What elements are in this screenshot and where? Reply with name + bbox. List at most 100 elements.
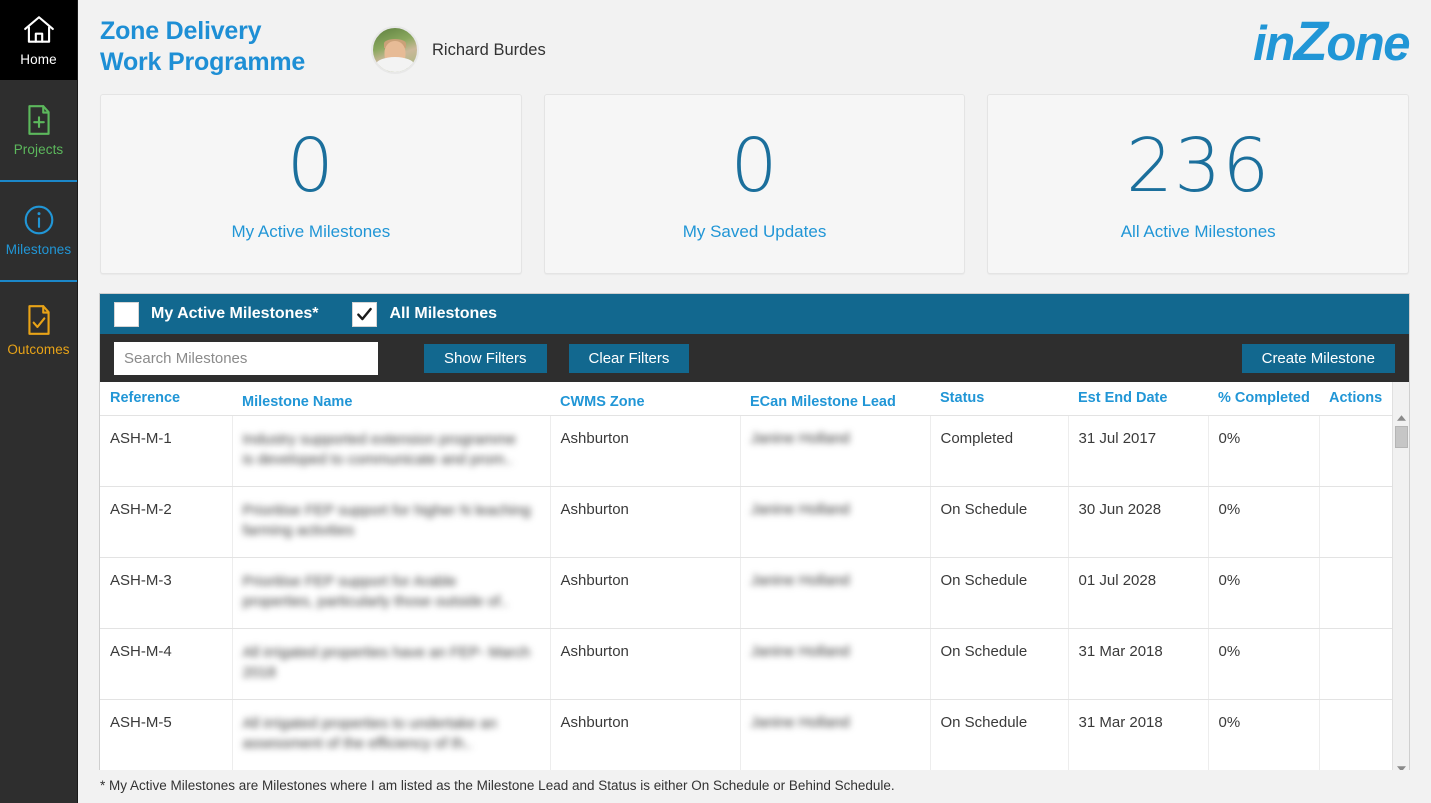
stat-label: All Active Milestones [1120,222,1276,241]
milestone-name-line2: 2018 [242,664,276,681]
table-vertical-scrollbar[interactable] [1392,382,1409,778]
page-title-line2: Work Programme [100,48,306,76]
column-header-milestone-name[interactable]: Milestone Name [232,382,550,416]
milestones-table-container: Reference Milestone Name CWMS Zone ECan … [100,382,1409,778]
milestone-name-line1: All irrigated properties have an FEP- Ma… [242,644,531,661]
table-row[interactable]: ASH-M-2 Prioritise FEP support for higher… [100,486,1409,558]
sidebar: Home Projects Milestones Outcomes [0,0,78,803]
app-root: Home Projects Milestones Outcomes Zone D… [0,0,1431,803]
checkbox-box-unchecked[interactable] [114,301,139,327]
avatar [371,26,419,74]
cell-cwms-zone: Ashburton [550,699,741,771]
user-block[interactable]: Richard Burdes [371,8,546,74]
checkbox-my-active-milestones[interactable]: My Active Milestones* [114,301,319,327]
table-row[interactable]: ASH-M-5 All irrigated properties to under… [100,699,1409,771]
milestones-panel: My Active Milestones* All Milestones Sho… [99,293,1410,779]
sidebar-item-label-projects: Projects [13,142,64,157]
cell-status: On Schedule [930,557,1069,629]
scroll-up-arrow-icon[interactable] [1393,410,1409,425]
cell-status: On Schedule [930,486,1069,558]
cell-milestone-name: All irrigated properties to undertake an… [232,699,551,771]
column-header-reference[interactable]: Reference [100,382,232,416]
cell-milestone-name: Industry supported extension programme is… [232,415,551,487]
checkbox-all-milestones[interactable]: All Milestones [352,301,497,327]
cell-milestone-name: Prioritise FEP support for higher N leac… [232,486,551,558]
document-plus-icon [22,103,56,137]
show-filters-button[interactable]: Show Filters [424,343,547,373]
cell-reference: ASH-M-2 [100,486,233,558]
cell-ecan-milestone-lead: Janine Holland [740,699,931,771]
logo-in: in [1253,17,1295,71]
cell-milestone-name: All irrigated properties have an FEP- Ma… [232,628,551,700]
stat-card-my-saved-updates[interactable]: 0 My Saved Updates [543,94,966,274]
sidebar-item-label-home: Home [20,52,57,67]
home-icon [22,13,56,47]
stat-label: My Saved Updates [682,222,827,241]
search-input[interactable] [114,341,378,375]
cell-reference: ASH-M-4 [100,628,233,700]
check-icon [357,307,373,320]
cell-cwms-zone: Ashburton [550,557,741,629]
scrollbar-thumb[interactable] [1395,426,1408,448]
document-check-icon [22,303,56,337]
cell-status: On Schedule [930,699,1069,771]
cell-cwms-zone: Ashburton [550,486,741,558]
milestone-name-line2: is developed to communicate and prom.. [242,451,513,468]
stat-cards: 0 My Active Milestones 0 My Saved Update… [78,92,1431,274]
logo-one: one [1326,17,1410,71]
cell-ecan-milestone-lead: Janine Holland [740,486,931,558]
cell-est-end-date: 01 Jul 2028 [1068,557,1209,629]
table-head: Reference Milestone Name CWMS Zone ECan … [100,382,1409,416]
column-header-cwms-zone[interactable]: CWMS Zone [550,382,740,416]
column-header-est-end-date[interactable]: Est End Date [1068,382,1208,416]
sidebar-item-milestones[interactable]: Milestones [0,180,77,280]
stat-value: 236 [1126,123,1271,209]
table-row[interactable]: ASH-M-3 Prioritise FEP support for Arable… [100,557,1409,629]
logo-z: Z [1293,9,1328,72]
cell-milestone-name: Prioritise FEP support for Arable propert… [232,557,551,629]
cell-status: On Schedule [930,628,1069,700]
cell-percent-completed: 0% [1208,415,1320,487]
cell-est-end-date: 31 Mar 2018 [1068,699,1209,771]
milestone-name-line1: Prioritise FEP support for Arable [242,573,457,590]
milestone-name-line1: All irrigated properties to undertake an [242,715,497,732]
stat-value: 0 [286,123,335,209]
sidebar-item-projects[interactable]: Projects [0,80,77,180]
table-body: ASH-M-1 Industry supported extension prog… [100,415,1409,778]
clear-filters-button[interactable]: Clear Filters [568,343,690,373]
cell-ecan-milestone-lead: Janine Holland [740,628,931,700]
main-content: Zone Delivery Work Programme Richard Bur… [78,0,1431,803]
milestone-name-line1: Industry supported extension programme [242,431,516,448]
column-header-status[interactable]: Status [930,382,1068,416]
cell-reference: ASH-M-5 [100,699,233,771]
stat-label: My Active Milestones [231,222,391,241]
cell-cwms-zone: Ashburton [550,415,741,487]
stat-value: 0 [730,123,779,209]
milestone-name-line2: properties, particularly those outside o… [242,593,509,610]
sidebar-item-outcomes[interactable]: Outcomes [0,280,77,380]
sidebar-item-label-outcomes: Outcomes [7,342,70,357]
info-circle-icon [22,203,56,237]
cell-est-end-date: 31 Mar 2018 [1068,628,1209,700]
stat-card-all-active-milestones[interactable]: 236 All Active Milestones [987,94,1410,274]
column-header-percent-completed[interactable]: % Completed [1208,382,1319,416]
footnote: * My Active Milestones are Milestones wh… [78,770,1431,803]
table-row[interactable]: ASH-M-1 Industry supported extension prog… [100,415,1409,487]
sidebar-item-home[interactable]: Home [0,0,77,80]
cell-status: Completed [930,415,1069,487]
cell-reference: ASH-M-1 [100,415,233,487]
milestones-table: Reference Milestone Name CWMS Zone ECan … [100,382,1409,778]
milestone-name-line1: Prioritise FEP support for higher N leac… [242,502,531,519]
cell-cwms-zone: Ashburton [550,628,741,700]
cell-percent-completed: 0% [1208,628,1320,700]
column-header-ecan-milestone-lead[interactable]: ECan Milestone Lead [740,382,930,416]
checkbox-label-my-active-milestones: My Active Milestones* [151,305,319,322]
table-row[interactable]: ASH-M-4 All irrigated properties have an … [100,628,1409,700]
cell-est-end-date: 31 Jul 2017 [1068,415,1209,487]
filter-action-bar: Show Filters Clear Filters Create Milest… [100,334,1409,382]
create-milestone-button[interactable]: Create Milestone [1241,343,1395,373]
cell-percent-completed: 0% [1208,486,1320,558]
checkbox-box-checked[interactable] [352,301,378,327]
stat-card-my-active-milestones[interactable]: 0 My Active Milestones [100,94,522,274]
page-title: Zone Delivery Work Programme [100,8,365,78]
